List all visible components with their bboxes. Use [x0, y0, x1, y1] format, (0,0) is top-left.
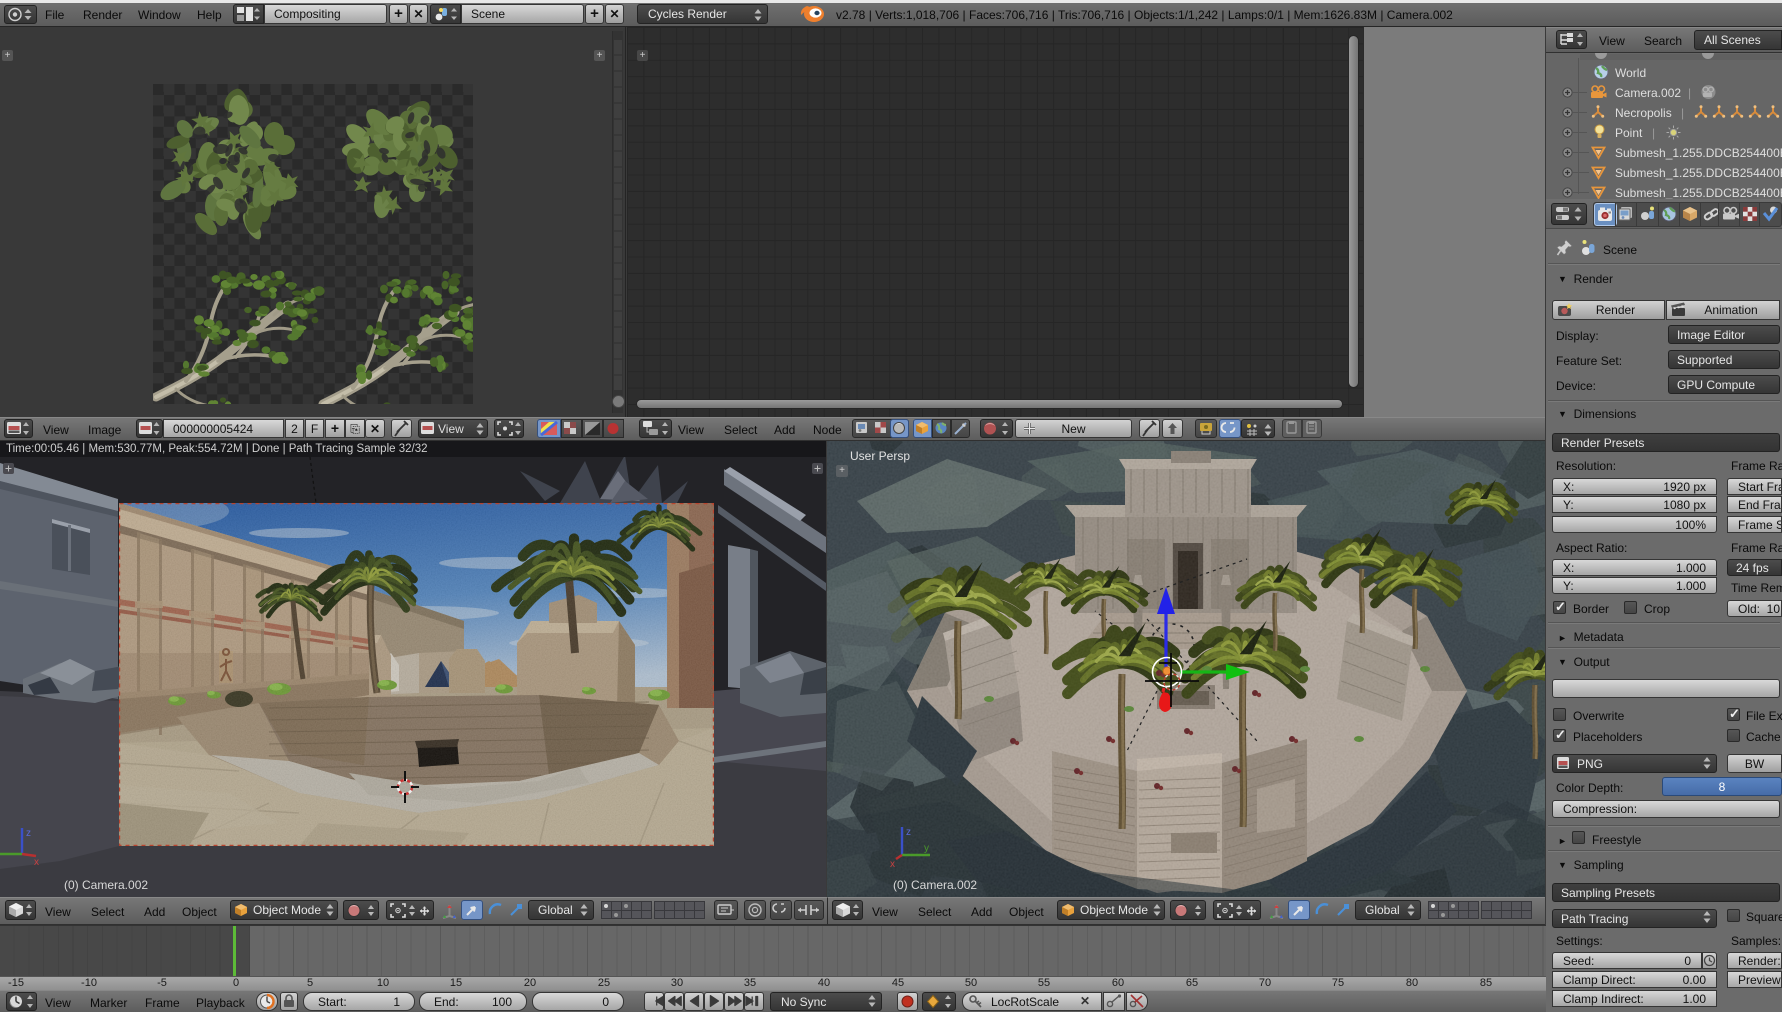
svg-text:z: z: [26, 828, 31, 839]
svg-text:z: z: [906, 827, 911, 838]
svg-text:y: y: [924, 843, 929, 854]
svg-text:x: x: [890, 859, 895, 870]
svg-text:x: x: [34, 857, 39, 868]
